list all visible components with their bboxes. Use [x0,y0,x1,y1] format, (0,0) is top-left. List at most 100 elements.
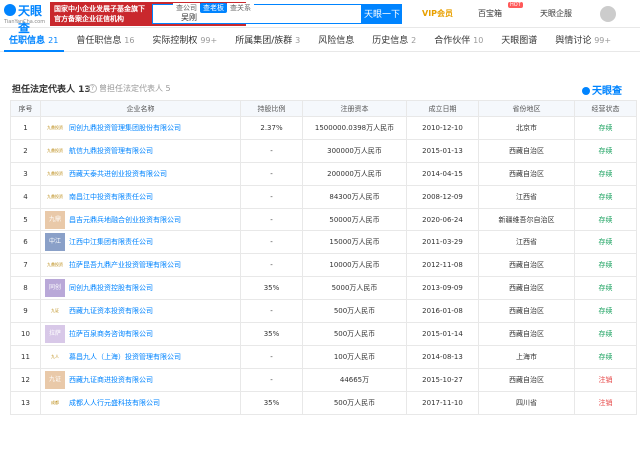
company-logo[interactable]: 成都 [45,395,65,410]
col-share: 持股比例 [240,100,303,117]
table-row: 11 九人 慕昌九人（上海）投资管理有限公司 -100万人民币 2014-08-13 上海… [10,344,637,369]
company-logo[interactable]: 九鼎投资 [45,258,65,273]
former-legal-rep-link[interactable]: ? 曾担任法定代表人 5 [88,83,171,94]
share-cell: - [240,161,303,186]
capital-cell: 300000万人民币 [302,138,407,163]
search-box: 查公司 查老板 查关系 [152,3,362,24]
company-logo[interactable]: 九证 [45,370,65,389]
row-index: 4 [10,184,41,209]
company-service-link[interactable]: 天眼企服 [540,8,572,19]
capital-cell: 1500000.0398万人民币 [302,116,407,140]
legal-rep-section-header: 担任法定代表人 13 ? 曾担任法定代表人 5 天眼查 [0,80,640,97]
tab-public-opinion[interactable]: 舆情讨论 99+ [546,33,620,46]
logo-eye-icon [4,4,16,16]
status-cell: 注销 [574,367,637,392]
table-row: 6 中江 江西中江集团有限责任公司 -15000万人民币 2011-03-29 江西省 存续 [10,230,637,255]
company-link[interactable]: 同创九鼎投资控股有限公司 [69,284,153,292]
search-input[interactable] [181,11,351,23]
company-link[interactable]: 慕昌九人（上海）投资管理有限公司 [69,353,181,361]
date-cell: 2014-04-15 [406,161,479,186]
row-index: 5 [10,207,41,232]
company-link[interactable]: 昌吉元鼎兵地融合创业投资有限公司 [69,216,181,224]
company-logo[interactable]: 拉萨 [45,324,65,343]
date-cell: 2012-11-08 [406,253,479,278]
col-capital: 注册资本 [302,100,407,117]
status-cell: 存续 [574,322,637,346]
tab-graph[interactable]: 天眼图谱 [492,33,546,46]
company-cell: 拉萨 拉萨百泉商务咨询有限公司 [40,322,241,346]
company-logo[interactable]: 同创 [45,279,65,298]
region-cell: 新疆维吾尔自治区 [478,207,575,232]
col-index: 序号 [10,100,41,117]
date-cell: 2011-03-29 [406,230,479,255]
company-link[interactable]: 西藏天泰共进创业投资有限公司 [69,170,167,178]
company-link[interactable]: 同创九鼎投资管理集团股份有限公司 [69,124,181,132]
watermark-eye-icon [582,87,590,95]
date-cell: 2017-11-10 [406,390,479,415]
company-link[interactable]: 拉萨昆吾九鼎产业投资管理有限公司 [69,261,181,269]
company-logo[interactable]: 九人 [45,349,65,364]
capital-cell: 44665万 [302,367,407,392]
share-cell: - [240,138,303,163]
company-logo[interactable]: 中江 [45,233,65,252]
capital-cell: 50000万人民币 [302,207,407,232]
company-logo[interactable]: 九鼎投资 [45,143,65,158]
app-box-link[interactable]: 百宝箱 [478,8,502,19]
status-cell: 存续 [574,276,637,301]
legal-rep-table: 序号 企业名称 持股比例 注册资本 成立日期 省份地区 经营状态 1 九鼎投资 同创… [10,100,637,415]
company-logo[interactable]: 九证 [45,304,65,319]
region-cell: 西藏自治区 [478,322,575,346]
tab-positions[interactable]: 任职信息 21 [0,33,67,46]
share-cell: - [240,184,303,209]
share-cell: 35% [240,276,303,301]
date-cell: 2014-08-13 [406,344,479,369]
table-row: 4 九鼎投资 南昌江中投资有限责任公司 -84300万人民币 2008-12-09 江西省… [10,184,637,209]
status-cell: 存续 [574,138,637,163]
col-status: 经营状态 [574,100,637,117]
company-link[interactable]: 江西中江集团有限责任公司 [69,238,153,246]
company-logo[interactable]: 九鼎投资 [45,189,65,204]
user-avatar[interactable] [600,6,616,22]
table-row: 5 九鼎 昌吉元鼎兵地融合创业投资有限公司 -50000万人民币 2020-06-24 新… [10,207,637,232]
tab-group[interactable]: 所属集团/族群 3 [226,33,309,46]
tab-risk[interactable]: 风险信息 [309,33,363,46]
company-cell: 九鼎投资 南昌江中投资有限责任公司 [40,184,241,209]
table-row: 8 同创 同创九鼎投资控股有限公司 35% 5000万人民币 2013-09-09 西藏自治… [10,276,637,301]
vip-link[interactable]: VIP会员 [422,8,453,19]
company-link[interactable]: 西藏九证商进投资有限公司 [69,376,153,384]
row-index: 1 [10,116,41,140]
company-link[interactable]: 拉萨百泉商务咨询有限公司 [69,330,153,338]
site-logo[interactable]: 天眼查 TianYanCha.com [4,2,48,35]
date-cell: 2015-10-27 [406,367,479,392]
region-cell: 北京市 [478,116,575,140]
company-cell: 成都 成都人人行元盛科技有限公司 [40,390,241,415]
region-cell: 西藏自治区 [478,161,575,186]
region-cell: 上海市 [478,344,575,369]
company-logo[interactable]: 九鼎投资 [45,120,65,135]
tab-partners[interactable]: 合作伙伴 10 [425,33,492,46]
company-logo[interactable]: 九鼎 [45,210,65,229]
company-link[interactable]: 南昌江中投资有限责任公司 [69,193,153,201]
company-link[interactable]: 西藏九证资本投资有限公司 [69,307,153,315]
share-cell: - [240,230,303,255]
company-link[interactable]: 航信九鼎投资管理有限公司 [69,147,153,155]
region-cell: 西藏自治区 [478,367,575,392]
row-index: 2 [10,138,41,163]
status-cell: 存续 [574,184,637,209]
share-cell: - [240,253,303,278]
tab-former-positions[interactable]: 曾任职信息 16 [67,33,143,46]
company-logo[interactable]: 九鼎投资 [45,166,65,181]
company-cell: 九鼎投资 航信九鼎投资管理有限公司 [40,138,241,163]
capital-cell: 500万人民币 [302,390,407,415]
search-button[interactable]: 天眼一下 [362,4,402,24]
table-header-row: 序号 企业名称 持股比例 注册资本 成立日期 省份地区 经营状态 [10,100,637,117]
profile-tabs: 任职信息 21 曾任职信息 16 实际控制权 99+ 所属集团/族群 3 风险信… [0,28,640,52]
tab-control[interactable]: 实际控制权 99+ [143,33,226,46]
region-cell: 西藏自治区 [478,253,575,278]
company-cell: 中江 江西中江集团有限责任公司 [40,230,241,255]
date-cell: 2016-01-08 [406,299,479,324]
company-link[interactable]: 成都人人行元盛科技有限公司 [69,399,160,407]
status-cell: 存续 [574,161,637,186]
tab-history[interactable]: 历史信息 2 [363,33,425,46]
share-cell: - [240,207,303,232]
